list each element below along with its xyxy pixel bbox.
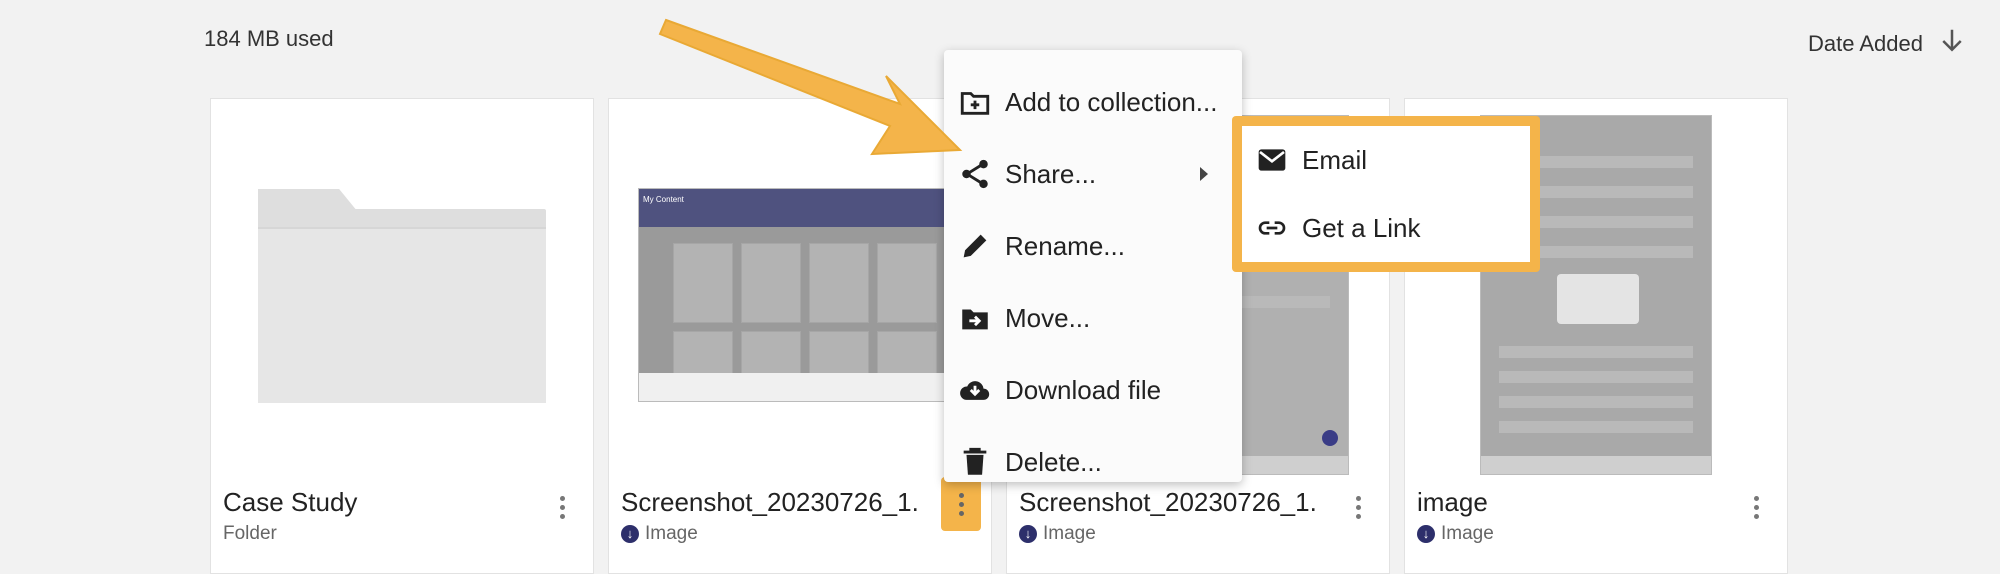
sort-label: Date Added xyxy=(1808,31,1923,56)
menu-item-share[interactable]: Share... xyxy=(944,138,1242,210)
trash-icon xyxy=(958,445,992,479)
card-subtitle: ↓ Image xyxy=(1019,523,1096,545)
menu-item-move[interactable]: Move... xyxy=(944,282,1242,354)
submenu-item-email[interactable]: Email xyxy=(1242,126,1530,194)
menu-item-label: Download file xyxy=(1005,374,1162,405)
menu-item-label: Share... xyxy=(1005,158,1097,189)
submenu-item-get-link[interactable]: Get a Link xyxy=(1242,194,1530,262)
share-icon xyxy=(958,157,992,191)
submenu-item-label: Get a Link xyxy=(1302,212,1421,243)
folder-move-icon xyxy=(958,301,992,335)
share-submenu: Email Get a Link xyxy=(1232,116,1540,272)
sort-control[interactable]: Date Added xyxy=(1808,26,1967,62)
card-subtitle: ↓ Image xyxy=(1417,523,1494,545)
image-thumbnail: My Content xyxy=(621,111,979,479)
content-card[interactable]: Case Study Folder xyxy=(210,98,594,574)
download-status-icon: ↓ xyxy=(621,525,639,543)
card-subtitle: Folder xyxy=(223,523,277,545)
submenu-item-label: Email xyxy=(1302,144,1368,175)
menu-item-label: Delete... xyxy=(1005,446,1102,477)
menu-item-rename[interactable]: Rename... xyxy=(944,210,1242,282)
card-title: Screenshot_20230726_1... xyxy=(621,487,921,517)
card-title: Case Study xyxy=(223,487,358,517)
menu-item-add-to-collection[interactable]: Add to collection... xyxy=(944,66,1242,138)
content-card[interactable]: My Content Screenshot_20230726_1... ↓ Im… xyxy=(608,98,992,574)
card-type-label: Image xyxy=(1441,523,1494,544)
folder-plus-icon xyxy=(958,85,992,119)
context-menu: Add to collection... Share... Rename... … xyxy=(944,50,1242,482)
menu-item-delete[interactable]: Delete... xyxy=(944,426,1242,498)
more-options-button[interactable] xyxy=(1743,487,1769,527)
menu-item-label: Add to collection... xyxy=(1005,86,1218,117)
arrow-down-icon[interactable] xyxy=(1937,26,1967,62)
card-type-label: Image xyxy=(645,523,698,544)
download-status-icon: ↓ xyxy=(1019,525,1037,543)
cloud-download-icon xyxy=(958,373,992,407)
menu-item-label: Rename... xyxy=(1005,230,1125,261)
folder-thumbnail xyxy=(223,111,581,479)
storage-used-label: 184 MB used xyxy=(204,26,334,51)
folder-icon xyxy=(258,189,546,403)
card-type-label: Folder xyxy=(223,523,277,544)
card-title: image xyxy=(1417,487,1488,517)
card-subtitle: ↓ Image xyxy=(621,523,698,545)
more-options-button[interactable] xyxy=(1345,487,1371,527)
pencil-icon xyxy=(958,229,992,263)
download-status-icon: ↓ xyxy=(1417,525,1435,543)
more-options-button[interactable] xyxy=(549,487,575,527)
card-type-label: Image xyxy=(1043,523,1096,544)
submenu-caret-icon xyxy=(1200,167,1208,181)
menu-item-label: Move... xyxy=(1005,302,1091,333)
menu-item-download[interactable]: Download file xyxy=(944,354,1242,426)
link-icon xyxy=(1256,212,1288,244)
email-icon xyxy=(1256,144,1288,176)
